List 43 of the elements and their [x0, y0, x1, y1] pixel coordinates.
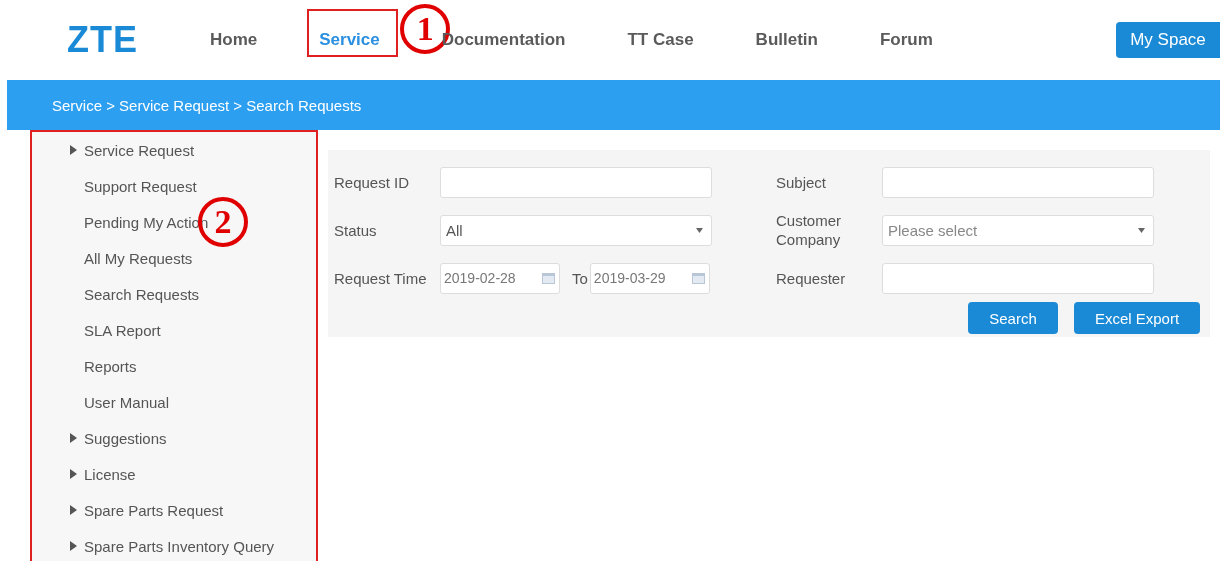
dropdown-caret-icon: [1138, 227, 1145, 233]
expand-arrow-icon: [70, 145, 77, 155]
subject-field[interactable]: [882, 166, 1154, 198]
dropdown-caret-icon: [696, 227, 703, 233]
status-dropdown[interactable]: All: [440, 214, 712, 246]
field-label: Requester: [776, 269, 847, 287]
sidebar-item[interactable]: Spare Parts Request: [32, 492, 316, 528]
sidebar-item[interactable]: Suggestions: [32, 420, 316, 456]
sidebar-item[interactable]: User Manual: [84, 393, 170, 411]
expand-arrow-icon: [70, 433, 77, 443]
nav-link[interactable]: Home: [210, 30, 258, 49]
calendar-icon: [691, 272, 705, 284]
action-button[interactable]: Search: [968, 302, 1058, 334]
sidebar-item[interactable]: Support Request: [84, 177, 197, 195]
date-field[interactable]: 2019-03-29: [589, 262, 710, 294]
field-label: Customer Company: [776, 210, 843, 250]
to-label: To: [572, 269, 588, 287]
date-field[interactable]: 2019-02-28: [440, 262, 560, 294]
requester-field[interactable]: [882, 262, 1154, 294]
breadcrumb: Service > Service Request > Search Requests: [52, 96, 362, 114]
field-label: Subject: [776, 173, 828, 191]
sidebar-item[interactable]: Search Requests: [84, 285, 200, 303]
expand-arrow-icon: [70, 505, 77, 515]
nav-link[interactable]: Bulletin: [755, 30, 818, 49]
customer-company-dropdown[interactable]: Please select: [882, 214, 1154, 246]
sidebar-item[interactable]: Service Request: [32, 132, 316, 168]
field-label: Request ID: [334, 173, 411, 191]
sidebar-item[interactable]: Spare Parts Inventory Query: [32, 528, 316, 561]
nav-link[interactable]: TT Case: [627, 30, 694, 49]
my-space-button[interactable]: My Space: [1116, 22, 1220, 58]
expand-arrow-icon: [70, 541, 77, 551]
calendar-icon: [542, 272, 555, 284]
sidebar-item[interactable]: All My Requests: [84, 249, 193, 267]
field-label: Request Time: [334, 269, 428, 287]
sidebar-item[interactable]: Reports: [84, 357, 137, 375]
nav-link[interactable]: Forum: [879, 30, 933, 49]
request-id-field[interactable]: [440, 166, 712, 198]
action-button[interactable]: Excel Export: [1074, 302, 1200, 334]
sidebar-item[interactable]: SLA Report: [84, 321, 161, 339]
field-label: Status: [334, 221, 378, 239]
sidebar-item[interactable]: License: [32, 456, 316, 492]
logo[interactable]: ZTE: [67, 19, 138, 61]
expand-arrow-icon: [70, 469, 77, 479]
